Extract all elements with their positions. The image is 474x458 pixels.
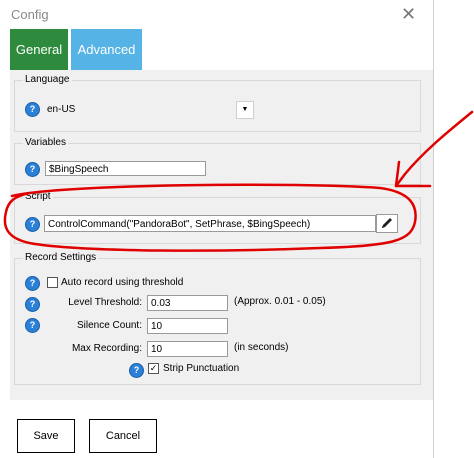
help-icon[interactable] xyxy=(25,217,40,232)
chevron-down-icon[interactable]: ▼ xyxy=(236,101,254,119)
tab-general[interactable]: General xyxy=(10,29,68,70)
help-icon[interactable] xyxy=(25,276,40,291)
script-field[interactable]: ControlCommand("PandoraBot", SetPhrase, … xyxy=(44,215,376,232)
close-icon[interactable]: ✕ xyxy=(401,3,416,25)
max-recording-field[interactable]: 10 xyxy=(147,341,228,357)
script-legend: Script xyxy=(23,191,53,203)
auto-record-checkbox[interactable] xyxy=(47,277,58,288)
level-threshold-label: Level Threshold: xyxy=(68,297,142,308)
save-button[interactable]: Save xyxy=(17,419,75,453)
max-recording-label: Max Recording: xyxy=(71,343,142,354)
strip-punctuation-label: Strip Punctuation xyxy=(163,363,240,374)
tab-advanced[interactable]: Advanced xyxy=(71,29,142,70)
level-threshold-hint: (Approx. 0.01 - 0.05) xyxy=(234,296,326,307)
language-select-value[interactable]: en-US xyxy=(47,104,75,116)
title-bar: Config ✕ xyxy=(0,0,433,30)
help-icon[interactable] xyxy=(25,102,40,117)
variables-legend: Variables xyxy=(23,137,68,149)
record-settings-legend: Record Settings xyxy=(23,252,99,264)
config-window: Config ✕ General Advanced Language en-US… xyxy=(0,0,434,458)
help-icon[interactable] xyxy=(129,363,144,378)
window-title: Config xyxy=(11,7,49,22)
pencil-icon xyxy=(382,218,392,228)
silence-count-field[interactable]: 10 xyxy=(147,318,228,334)
auto-record-label: Auto record using threshold xyxy=(61,277,184,288)
variables-field[interactable]: $BingSpeech xyxy=(45,161,206,176)
silence-count-label: Silence Count: xyxy=(76,320,142,331)
help-icon[interactable] xyxy=(25,318,40,333)
help-icon[interactable] xyxy=(25,297,40,312)
cancel-button[interactable]: Cancel xyxy=(89,419,157,453)
level-threshold-field[interactable]: 0.03 xyxy=(147,295,228,311)
edit-script-button[interactable] xyxy=(376,214,398,233)
language-legend: Language xyxy=(23,74,72,86)
strip-punctuation-checkbox[interactable]: ✓ xyxy=(148,363,159,374)
max-recording-hint: (in seconds) xyxy=(234,342,289,353)
help-icon[interactable] xyxy=(25,162,40,177)
